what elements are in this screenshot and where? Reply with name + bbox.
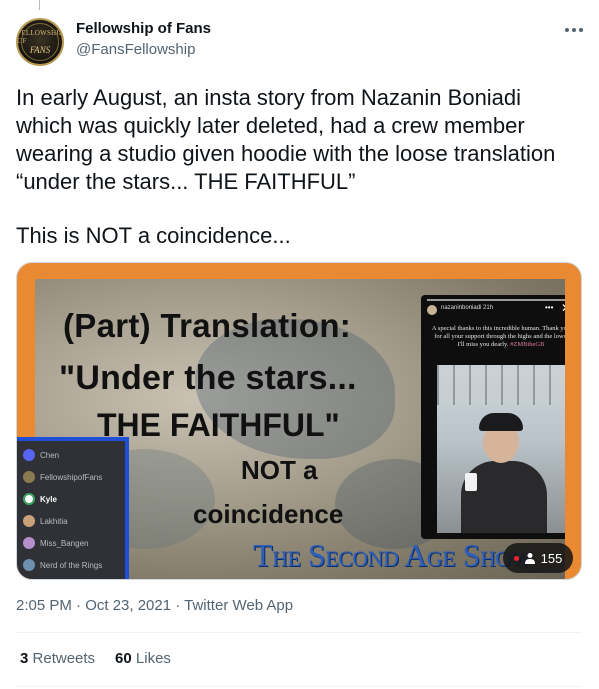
media-line1: (Part) Translation: [63, 307, 352, 344]
retweets-stat[interactable]: 3 Retweets [20, 650, 95, 667]
likes-count: 60 [115, 650, 132, 667]
discord-avatar-icon [23, 449, 35, 461]
discord-avatar-icon [23, 493, 35, 505]
thread-connector [39, 0, 40, 10]
media-line4: NOT a [241, 455, 318, 485]
divider [16, 686, 582, 687]
likes-label: Likes [135, 650, 171, 667]
story-progress-bar [427, 299, 565, 301]
tweet-card: FELLOWSHIP OF FANS Fellowship of Fans @F… [0, 0, 599, 689]
media-line5: coincidence [193, 499, 344, 529]
discord-voice-panel: Chen FellowshipofFans Kyle Lakhitia Miss… [17, 437, 129, 579]
media-line2: "Under the stars... [59, 359, 357, 397]
discord-avatar-icon [23, 471, 35, 483]
tweet-text-second: This is NOT a coincidence... [16, 223, 291, 248]
divider [16, 632, 582, 633]
story-username: nazaninboniadi 21h [441, 305, 494, 311]
discord-avatar-icon [23, 559, 35, 571]
person-icon [524, 553, 535, 564]
record-dot-icon [513, 555, 519, 561]
discord-user-row: Miss_Bangen [23, 537, 88, 549]
insta-story-screenshot: nazaninboniadi 21h ••• ✕ A special thank… [421, 295, 565, 539]
discord-avatar-icon [23, 515, 35, 527]
more-dot [565, 28, 569, 32]
tweet-stats: 3 Retweets 60 Likes [20, 650, 171, 667]
brand-logo-text: The Second Age Show [253, 537, 531, 573]
discord-username: Miss_Bangen [40, 538, 89, 548]
discord-username: Kyle [40, 494, 57, 504]
avatar[interactable]: FELLOWSHIP OF FANS [16, 18, 64, 66]
media-thumbnail[interactable]: (Part) Translation: "Under the stars... … [16, 262, 582, 580]
story-more-icon: ••• [545, 303, 554, 312]
coffee-cup [465, 473, 477, 491]
discord-user-row: Lakhitia [23, 515, 68, 527]
avatar-ring [21, 23, 59, 61]
more-dot [572, 28, 576, 32]
discord-username: Nerd of the Rings [40, 560, 103, 570]
discord-avatar-icon [23, 537, 35, 549]
discord-username: FellowshipofFans [40, 472, 103, 482]
display-name[interactable]: Fellowship of Fans [76, 20, 211, 37]
retweets-label: Retweets [32, 650, 96, 667]
story-photo [437, 365, 565, 533]
likes-stat[interactable]: 60 Likes [115, 650, 171, 667]
discord-user-row: Chen [23, 449, 59, 461]
tweet-text: In early August, an insta story from Naz… [16, 85, 556, 194]
person-cap [479, 413, 523, 431]
viewer-count: 155 [540, 550, 563, 566]
more-dot [579, 28, 583, 32]
person-hoodie [461, 461, 547, 533]
discord-username: Lakhitia [40, 516, 68, 526]
story-close-icon: ✕ [561, 301, 565, 315]
media-line3: THE FAITHFUL" [97, 407, 340, 443]
viewer-count-pill: 155 [503, 543, 573, 573]
discord-user-row: Nerd of the Rings [23, 559, 102, 571]
ceiling-pattern [437, 365, 565, 405]
handle[interactable]: @FansFellowship [76, 41, 195, 58]
tweet-timestamp[interactable]: 2:05 PM · Oct 23, 2021 · Twitter Web App [16, 597, 293, 614]
retweets-count: 3 [20, 650, 29, 667]
more-icon[interactable] [560, 18, 588, 42]
story-text: A special thanks to this incredible huma… [431, 325, 565, 348]
discord-username: Chen [40, 450, 60, 460]
discord-user-row: FellowshipofFans [23, 471, 102, 483]
discord-user-row: Kyle [23, 493, 57, 505]
story-hashtag: #ZMBtheGB [510, 341, 545, 348]
story-avatar [427, 305, 437, 315]
